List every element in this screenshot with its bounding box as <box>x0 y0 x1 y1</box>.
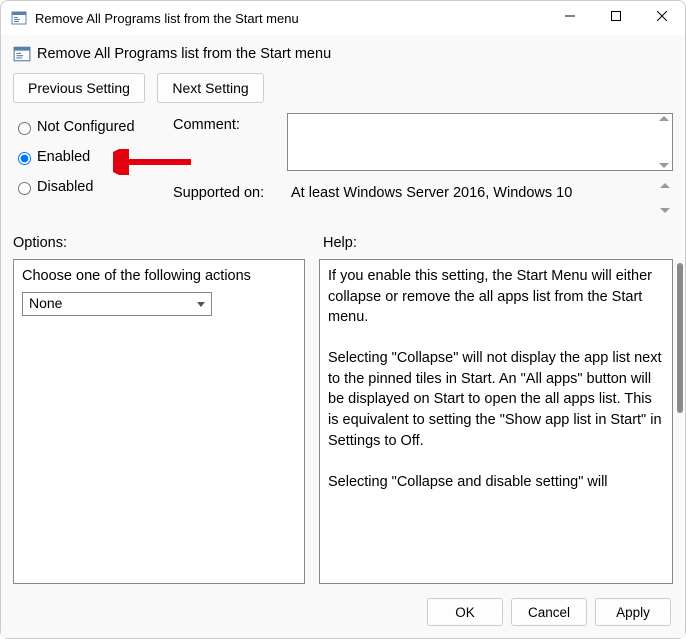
radio-not-configured-label: Not Configured <box>37 119 135 135</box>
page-title: Remove All Programs list from the Start … <box>37 46 331 62</box>
cancel-button[interactable]: Cancel <box>511 598 587 626</box>
options-label: Options: <box>13 235 305 251</box>
supported-value: At least Windows Server 2016, Windows 10 <box>291 185 572 201</box>
options-action-select[interactable]: None <box>22 292 212 316</box>
help-pane[interactable]: If you enable this setting, the Start Me… <box>319 259 673 584</box>
options-instruction: Choose one of the following actions <box>22 268 296 284</box>
help-label: Help: <box>305 235 673 251</box>
policy-icon <box>13 45 31 63</box>
supported-row: Supported on: At least Windows Server 20… <box>173 181 673 215</box>
minimize-button[interactable] <box>547 1 593 31</box>
comment-row: Comment: <box>173 113 673 171</box>
maximize-button[interactable] <box>593 1 639 31</box>
radio-disabled-label: Disabled <box>37 179 93 195</box>
previous-setting-button[interactable]: Previous Setting <box>13 73 145 103</box>
options-pane: Choose one of the following actions None <box>13 259 305 584</box>
supported-scrollbar[interactable] <box>659 183 671 213</box>
scroll-down-icon <box>660 208 670 213</box>
settings-area: Not Configured Enabled Disabled Comment: <box>13 113 673 225</box>
window-controls <box>547 1 685 35</box>
supported-label: Supported on: <box>173 181 287 201</box>
pane-labels: Options: Help: <box>13 235 673 251</box>
radio-not-configured[interactable]: Not Configured <box>13 119 173 135</box>
nav-row: Previous Setting Next Setting <box>13 73 673 103</box>
ok-button[interactable]: OK <box>427 598 503 626</box>
radio-enabled-label: Enabled <box>37 149 90 165</box>
state-radios: Not Configured Enabled Disabled <box>13 113 173 225</box>
fields-col: Comment: Supported on: At least Windows … <box>173 113 673 225</box>
radio-disabled[interactable]: Disabled <box>13 179 173 195</box>
radio-enabled[interactable]: Enabled <box>13 149 173 165</box>
next-setting-button[interactable]: Next Setting <box>157 73 263 103</box>
content: Remove All Programs list from the Start … <box>1 35 685 588</box>
comment-label: Comment: <box>173 113 287 133</box>
supported-value-box: At least Windows Server 2016, Windows 10 <box>287 181 673 215</box>
window-title: Remove All Programs list from the Start … <box>35 11 547 26</box>
panes: Choose one of the following actions None… <box>13 259 673 584</box>
help-scrollbar[interactable] <box>677 263 683 413</box>
radio-disabled-input[interactable] <box>18 182 31 195</box>
radio-not-configured-input[interactable] <box>18 122 31 135</box>
policy-icon <box>11 10 27 26</box>
comment-textarea[interactable] <box>287 113 673 171</box>
apply-button[interactable]: Apply <box>595 598 671 626</box>
header-row: Remove All Programs list from the Start … <box>13 45 673 63</box>
scroll-up-icon <box>660 183 670 188</box>
scroll-down-icon <box>659 163 669 168</box>
close-button[interactable] <box>639 1 685 31</box>
radio-enabled-input[interactable] <box>18 152 31 165</box>
options-selected-value: None <box>29 295 62 311</box>
scroll-up-icon <box>659 116 669 121</box>
titlebar: Remove All Programs list from the Start … <box>1 1 685 35</box>
comment-scrollbar[interactable] <box>658 116 670 168</box>
footer: OK Cancel Apply <box>1 588 685 638</box>
help-wrap: If you enable this setting, the Start Me… <box>305 259 673 584</box>
